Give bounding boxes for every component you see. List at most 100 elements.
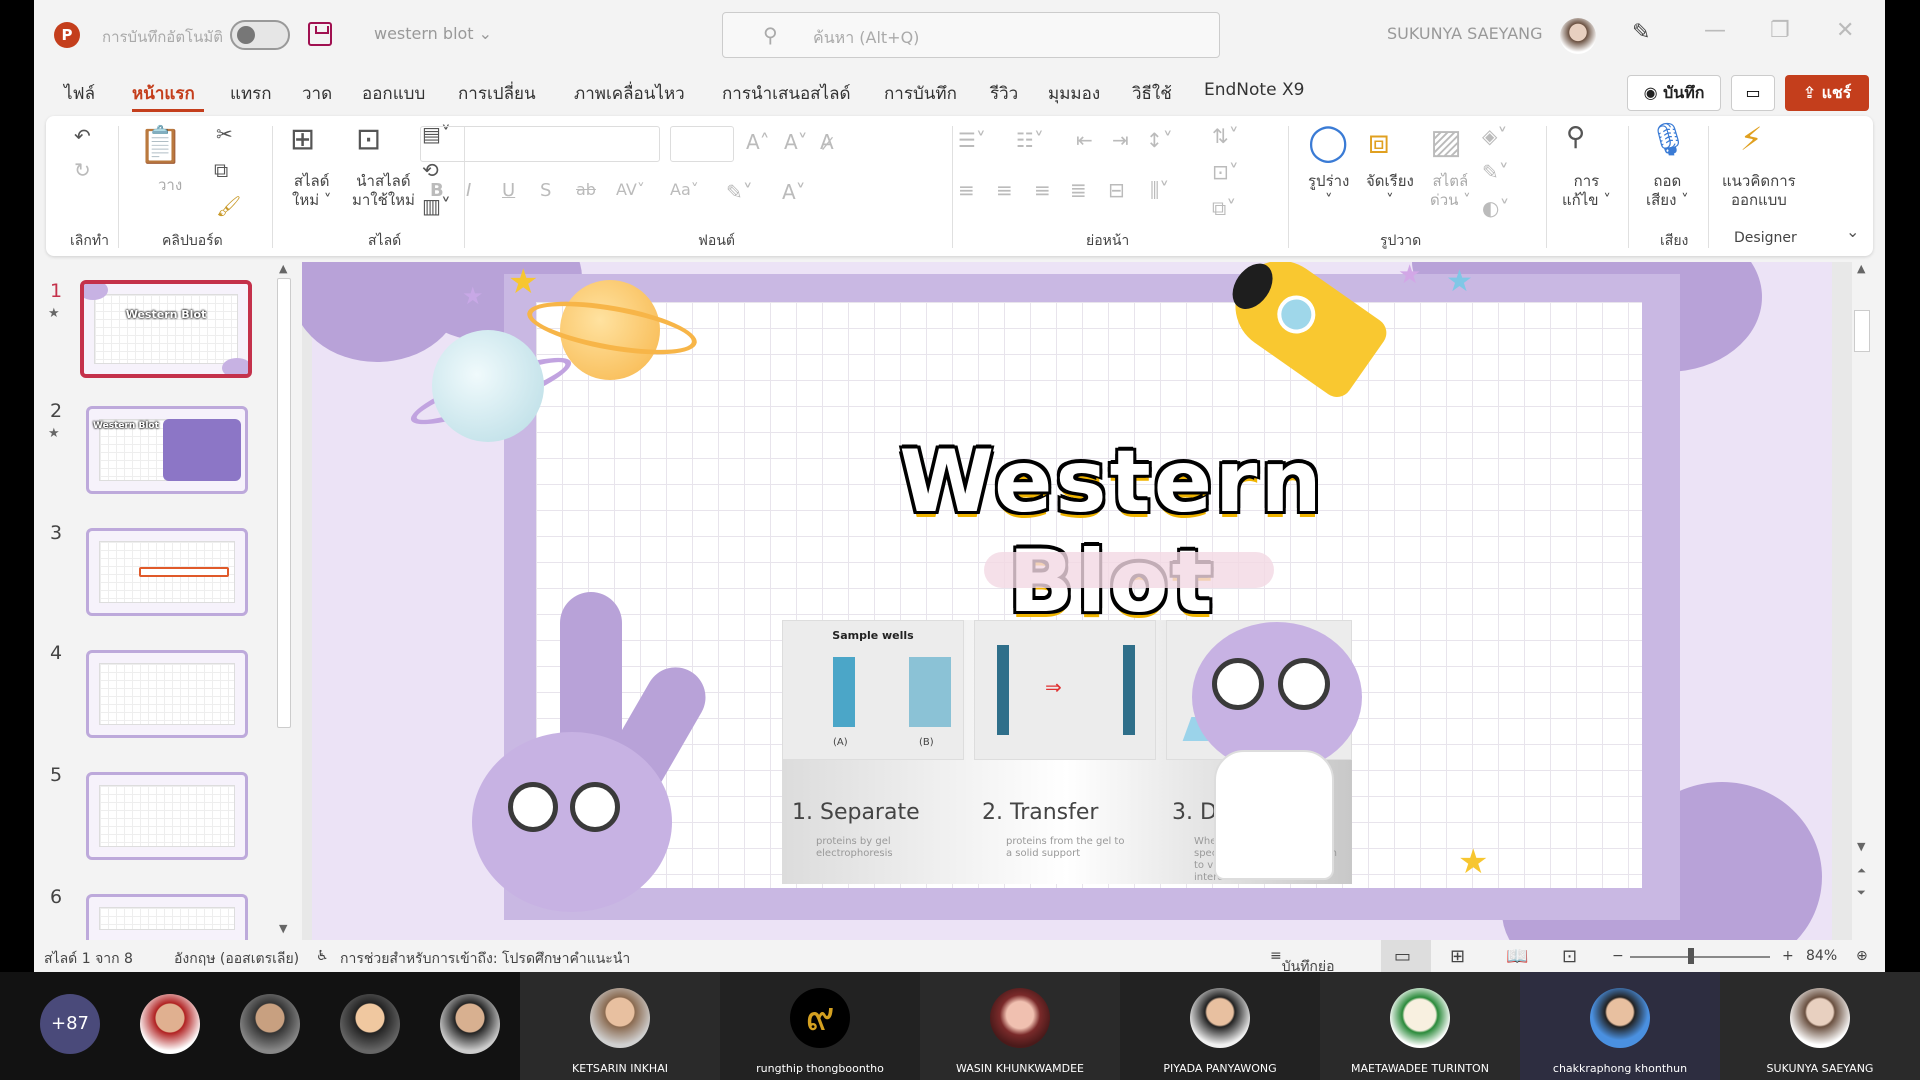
- editing-button[interactable]: การ แก้ไข ˅: [1562, 172, 1611, 210]
- distributed-icon[interactable]: ⊟: [1108, 178, 1125, 202]
- user-name[interactable]: SUKUNYA SAEYANG: [1387, 24, 1543, 43]
- slide-1[interactable]: ★ ★ ★ ★ ★ Western Blot Sample wells (A) …: [302, 262, 1832, 942]
- zoom-out-icon[interactable]: −: [1612, 948, 1624, 964]
- avatar[interactable]: [1560, 18, 1596, 54]
- increase-font-icon[interactable]: A˄: [746, 130, 770, 154]
- slide-editor[interactable]: ★ ★ ★ ★ ★ Western Blot Sample wells (A) …: [302, 262, 1852, 942]
- change-case-icon[interactable]: Aa˅: [670, 180, 699, 199]
- tab-draw[interactable]: วาด: [302, 80, 332, 107]
- paste-button[interactable]: วาง: [158, 176, 182, 195]
- align-center-icon[interactable]: ≡: [996, 178, 1013, 202]
- participant-tile[interactable]: PIYADA PANYAWONG: [1120, 972, 1320, 1080]
- language-indicator[interactable]: อังกฤษ (ออสเตรเลีย): [174, 948, 299, 970]
- arrange-button[interactable]: จัดเรียง ˅: [1366, 172, 1414, 210]
- share-button[interactable]: ⇪ แชร์: [1785, 75, 1869, 111]
- minimize-icon[interactable]: —: [1704, 18, 1726, 43]
- shape-outline-icon[interactable]: ✎˅: [1482, 160, 1509, 184]
- search-input[interactable]: ⚲ ค้นหา (Alt+Q): [722, 12, 1220, 58]
- clear-format-icon[interactable]: A̷: [820, 130, 834, 154]
- slide-scrollbar[interactable]: ▲ ▼ ⏶ ⏷: [1852, 262, 1872, 938]
- zoom-slider[interactable]: [1630, 956, 1770, 958]
- thumb-slide-6[interactable]: [86, 894, 248, 940]
- new-slide-button[interactable]: สไลด์ ใหม่ ˅: [292, 172, 331, 210]
- paste-icon[interactable]: 📋: [138, 124, 183, 166]
- align-text-icon[interactable]: ⊡˅: [1212, 160, 1239, 184]
- justify-icon[interactable]: ≣: [1070, 178, 1087, 202]
- designer-button[interactable]: แนวคิดการ ออกแบบ: [1722, 172, 1796, 210]
- thumb-slide-1[interactable]: Western Blot: [80, 280, 252, 378]
- bold-icon[interactable]: B: [430, 180, 444, 201]
- shapes-button[interactable]: รูปร่าง ˅: [1308, 172, 1349, 210]
- shapes-icon[interactable]: ◯: [1308, 122, 1348, 163]
- new-slide-icon[interactable]: ⊞: [290, 122, 315, 157]
- comments-button[interactable]: ▭: [1731, 75, 1775, 111]
- undo-icon[interactable]: ↶: [74, 124, 91, 148]
- scroll-thumb[interactable]: [277, 278, 291, 728]
- pen-icon[interactable]: ✎: [1632, 20, 1650, 45]
- participant-avatar[interactable]: [340, 994, 400, 1054]
- italic-icon[interactable]: I: [466, 180, 471, 201]
- cut-icon[interactable]: ✂: [216, 122, 233, 146]
- shadow-icon[interactable]: S: [540, 180, 551, 201]
- accessibility-icon[interactable]: ♿: [316, 948, 329, 964]
- dictate-button[interactable]: ถอด เสียง ˅: [1646, 172, 1689, 210]
- underline-icon[interactable]: U: [502, 180, 515, 201]
- participant-tile[interactable]: KETSARIN INKHAI: [520, 972, 720, 1080]
- tab-insert[interactable]: แทรก: [230, 80, 272, 107]
- tab-transitions[interactable]: การเปลี่ยน: [458, 80, 536, 107]
- tab-home[interactable]: หน้าแรก: [132, 80, 195, 107]
- copy-icon[interactable]: ⧉: [214, 158, 228, 182]
- thumb-slide-3[interactable]: [86, 528, 248, 616]
- more-participants-button[interactable]: +87: [40, 994, 100, 1054]
- char-spacing-icon[interactable]: AV˅: [616, 180, 645, 199]
- slideshow-icon[interactable]: ⊡: [1562, 946, 1577, 967]
- scroll-down-icon[interactable]: ▼: [279, 922, 287, 935]
- quick-styles-icon[interactable]: ▨: [1430, 122, 1462, 162]
- participant-avatar[interactable]: [240, 994, 300, 1054]
- collapse-ribbon-icon[interactable]: ⌄: [1846, 222, 1859, 241]
- arrange-icon[interactable]: ⧈: [1368, 122, 1390, 162]
- tab-slideshow[interactable]: การนำเสนอสไลด์: [722, 80, 851, 107]
- tab-view[interactable]: มุมมอง: [1048, 80, 1100, 107]
- tab-record[interactable]: การบันทึก: [884, 80, 957, 107]
- redo-icon[interactable]: ↻: [74, 158, 91, 182]
- participant-tile[interactable]: SUKUNYA SAEYANG: [1720, 972, 1920, 1080]
- close-icon[interactable]: ✕: [1836, 18, 1854, 43]
- scroll-down-icon[interactable]: ▼: [1857, 840, 1865, 853]
- next-slide-icon[interactable]: ⏷: [1857, 886, 1866, 900]
- strikethrough-icon[interactable]: ab: [576, 180, 596, 199]
- tab-animations[interactable]: ภาพเคลื่อนไหว: [574, 80, 685, 107]
- find-icon[interactable]: ⚲: [1566, 122, 1585, 152]
- tab-endnote[interactable]: EndNote X9: [1204, 80, 1304, 100]
- tab-help[interactable]: วิธีใช้: [1132, 80, 1172, 107]
- thumb-slide-2[interactable]: Western Blot: [86, 406, 248, 494]
- participant-tile[interactable]: chakkraphong khonthun: [1520, 972, 1720, 1080]
- text-direction-icon[interactable]: ⇅˅: [1212, 124, 1239, 148]
- file-name[interactable]: western blot ⌄: [374, 24, 492, 43]
- numbering-icon[interactable]: ☷˅: [1016, 128, 1044, 152]
- font-color-icon[interactable]: A˅: [782, 180, 806, 204]
- participant-tile[interactable]: WASIN KHUNKWAMDEE: [920, 972, 1120, 1080]
- tab-design[interactable]: ออกแบบ: [362, 80, 425, 107]
- scroll-thumb[interactable]: [1854, 310, 1870, 352]
- reuse-slides-button[interactable]: นำสไลด์ มาใช้ใหม่: [352, 172, 415, 210]
- font-name-field[interactable]: [420, 126, 660, 162]
- autosave-toggle[interactable]: [230, 20, 290, 50]
- participant-avatar[interactable]: [440, 994, 500, 1054]
- save-icon[interactable]: [308, 22, 332, 46]
- reading-view-icon[interactable]: 📖: [1506, 946, 1528, 967]
- accessibility-status[interactable]: การช่วยสำหรับการเข้าถึง: โปรดศึกษาคำแนะน…: [340, 948, 630, 970]
- tab-review[interactable]: รีวิว: [990, 80, 1018, 107]
- zoom-level[interactable]: 84%: [1806, 948, 1837, 964]
- thumb-slide-4[interactable]: [86, 650, 248, 738]
- restore-icon[interactable]: ❐: [1770, 18, 1790, 43]
- bullets-icon[interactable]: ☰˅: [958, 128, 986, 152]
- decrease-font-icon[interactable]: A˅: [784, 130, 808, 154]
- previous-slide-icon[interactable]: ⏶: [1857, 864, 1866, 878]
- highlight-icon[interactable]: ✎˅: [726, 180, 753, 204]
- microphone-icon[interactable]: 🎙: [1648, 120, 1689, 158]
- tab-file[interactable]: ไฟล์: [64, 80, 95, 107]
- increase-indent-icon[interactable]: ⇥: [1112, 128, 1129, 152]
- normal-view-icon[interactable]: ▭: [1394, 946, 1411, 967]
- columns-icon[interactable]: ⫼˅: [1150, 178, 1169, 202]
